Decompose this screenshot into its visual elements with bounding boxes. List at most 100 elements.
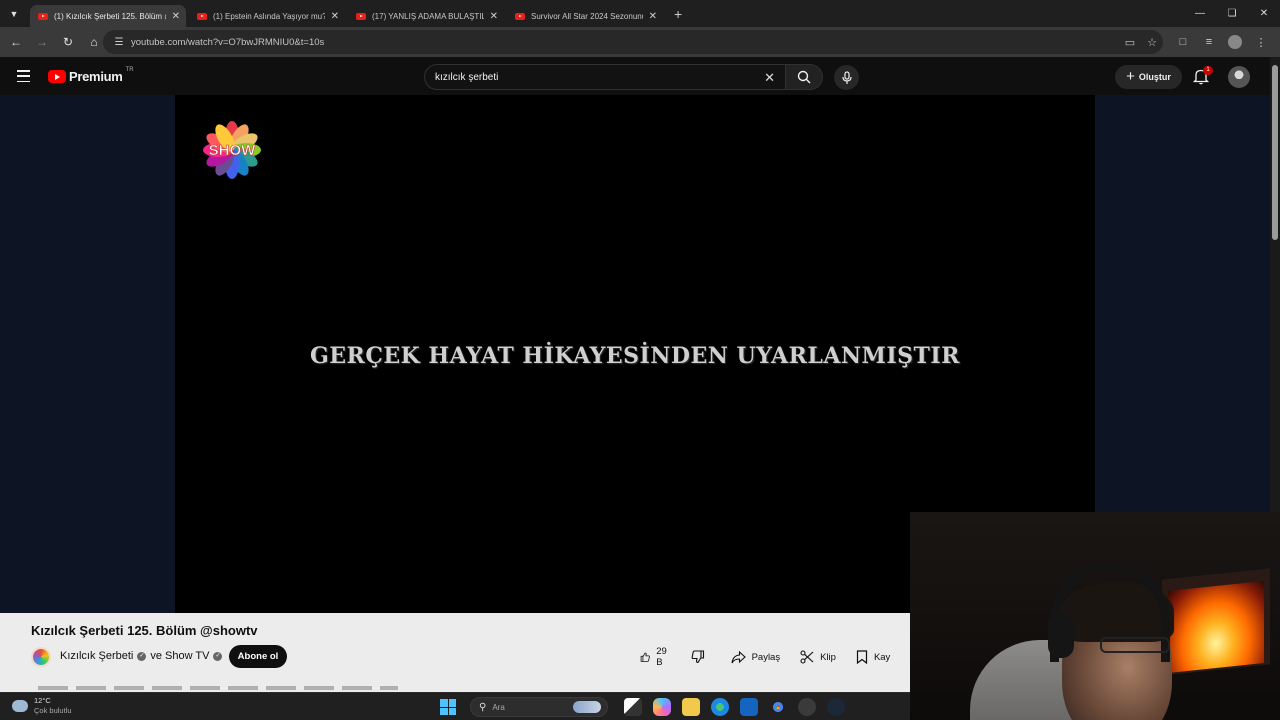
- cloud-icon: [12, 700, 28, 712]
- tab-title: (1) Kızılcık Şerbeti 125. Bölüm @: [54, 11, 166, 21]
- browser-tab[interactable]: (1) Epstein Aslında Yaşıyor mu? ✕: [189, 5, 345, 27]
- dislike-button[interactable]: [691, 650, 711, 664]
- video-actions: 29 B Paylaş Klip Kay: [640, 646, 910, 668]
- youtube-favicon-icon: [515, 12, 525, 20]
- video-caption-text: GERÇEK HAYAT HİKAYESİNDEN UYARLANMIŞTIR: [310, 343, 960, 369]
- clear-search-icon[interactable]: ✕: [764, 70, 775, 86]
- scrollbar-thumb[interactable]: [1272, 65, 1278, 240]
- tab-title: Survivor All Star 2024 Sezonunu: [531, 11, 643, 21]
- address-bar[interactable]: ☰ youtube.com/watch?v=O7bwJRMNIU0&t=10s …: [103, 30, 1163, 54]
- taskbar-search[interactable]: ⚲ Ara: [470, 697, 608, 717]
- collab-channel-text[interactable]: ve Show TV: [150, 650, 209, 662]
- create-button[interactable]: + Oluştur: [1115, 65, 1182, 89]
- scissors-icon: [800, 650, 814, 664]
- chrome-icon[interactable]: [769, 698, 787, 716]
- plus-icon: +: [1126, 67, 1135, 85]
- save-button[interactable]: Kay: [856, 650, 890, 664]
- channel-avatar[interactable]: [31, 647, 51, 667]
- search-input[interactable]: kızılcık şerbeti ✕: [424, 64, 786, 90]
- browser-toolbar: ← → ↻ ⌂ ☰ youtube.com/watch?v=O7bwJRMNIU…: [0, 27, 1280, 57]
- tab-close-icon[interactable]: ✕: [331, 11, 339, 22]
- tab-close-icon[interactable]: ✕: [649, 11, 657, 22]
- hamburger-menu-icon[interactable]: [17, 70, 30, 82]
- webcam-overlay: [910, 512, 1280, 720]
- save-label: Kay: [873, 651, 891, 663]
- back-icon[interactable]: ←: [4, 30, 28, 54]
- reading-list-icon[interactable]: ≡: [1196, 36, 1222, 48]
- channel-name[interactable]: Kızılcık Şerbeti ✓ ve Show TV ✓: [60, 650, 226, 662]
- like-count: 29 B: [656, 646, 667, 668]
- weather-condition: Çok bulutlu: [34, 706, 72, 715]
- search-icon: [797, 70, 811, 84]
- browser-profile-avatar[interactable]: [1228, 35, 1242, 49]
- close-window-icon[interactable]: ✕: [1248, 0, 1280, 27]
- description-preview[interactable]: [38, 686, 398, 690]
- youtube-premium-logo[interactable]: Premium TR: [48, 67, 134, 84]
- search-button[interactable]: [786, 64, 823, 90]
- account-avatar[interactable]: [1228, 66, 1250, 88]
- share-icon: [731, 650, 746, 663]
- tab-title: (1) Epstein Aslında Yaşıyor mu?: [213, 11, 325, 21]
- thumbs-down-icon: [691, 650, 704, 664]
- glasses: [1100, 637, 1170, 653]
- cast-icon[interactable]: ▭: [1119, 36, 1141, 49]
- youtube-favicon-icon: [197, 12, 207, 20]
- bookmark-icon: [856, 650, 868, 664]
- windows-start-icon[interactable]: [440, 699, 456, 715]
- share-button[interactable]: Paylaş: [731, 650, 781, 664]
- file-explorer-icon[interactable]: [681, 698, 700, 716]
- browser-tab[interactable]: Survivor All Star 2024 Sezonunu ✕: [507, 5, 663, 27]
- minimize-icon[interactable]: —: [1184, 0, 1216, 27]
- forward-icon[interactable]: →: [30, 30, 54, 54]
- restore-icon[interactable]: ❏: [1216, 0, 1248, 27]
- browser-tab[interactable]: (17) YANLIŞ ADAMA BULAŞTILAR ✕: [348, 5, 504, 27]
- window-controls: — ❏ ✕: [1184, 0, 1280, 27]
- microphone-icon: [841, 70, 852, 84]
- share-label: Paylaş: [751, 651, 781, 663]
- verified-icon: ✓: [137, 651, 147, 661]
- reload-icon[interactable]: ↻: [56, 30, 80, 54]
- video-info-panel: Kızılcık Şerbeti 125. Bölüm @showtv Kızı…: [0, 613, 910, 692]
- svg-text:SHOW: SHOW: [209, 142, 257, 159]
- site-info-icon[interactable]: ☰: [109, 37, 129, 48]
- fireplace-flames: [1168, 580, 1264, 674]
- browser-tab[interactable]: (1) Kızılcık Şerbeti 125. Bölüm @ ✕: [30, 5, 186, 27]
- edge-browser-icon[interactable]: [710, 698, 729, 716]
- youtube-favicon-icon: [38, 12, 48, 20]
- youtube-play-icon: [48, 70, 66, 83]
- voice-search-button[interactable]: [834, 65, 859, 90]
- brand-name: Premium: [69, 69, 123, 84]
- bookmark-star-icon[interactable]: ☆: [1141, 36, 1163, 49]
- tab-title: (17) YANLIŞ ADAMA BULAŞTILAR: [372, 11, 484, 21]
- search-highlight-icon: [573, 701, 601, 713]
- temperature: 12°C: [34, 696, 51, 705]
- tab-search-chevron-icon[interactable]: ▼: [4, 4, 24, 24]
- channel-name-text[interactable]: Kızılcık Şerbeti: [60, 650, 133, 662]
- tab-close-icon[interactable]: ✕: [490, 11, 498, 22]
- browser-menu-icon[interactable]: ⋮: [1248, 36, 1274, 49]
- clip-label: Klip: [820, 651, 836, 663]
- new-tab-icon[interactable]: +: [674, 6, 682, 22]
- url-text[interactable]: youtube.com/watch?v=O7bwJRMNIU0&t=10s: [131, 37, 324, 48]
- headset-earcup: [1048, 612, 1074, 658]
- notification-count-badge: 1: [1203, 66, 1213, 75]
- microsoft-store-icon[interactable]: [739, 698, 758, 716]
- like-button[interactable]: 29 B: [640, 646, 671, 668]
- video-title: Kızılcık Şerbeti 125. Bölüm @showtv: [31, 623, 258, 638]
- steam-icon[interactable]: [826, 698, 845, 716]
- thumbs-up-icon: [640, 652, 650, 662]
- tab-close-icon[interactable]: ✕: [172, 11, 180, 22]
- copilot-icon[interactable]: [652, 698, 671, 716]
- browser-tab-strip: ▼ (1) Kızılcık Şerbeti 125. Bölüm @ ✕ (1…: [0, 0, 1280, 27]
- search-query[interactable]: kızılcık şerbeti: [435, 72, 498, 83]
- clip-button[interactable]: Klip: [800, 650, 836, 664]
- weather-widget[interactable]: 12°C Çok bulutlu: [12, 696, 72, 716]
- extensions-icon[interactable]: □: [1170, 36, 1196, 48]
- subscribe-button[interactable]: Abone ol: [229, 645, 287, 668]
- search-icon: ⚲: [479, 701, 487, 713]
- windows-taskbar: 12°C Çok bulutlu ⚲ Ara: [0, 692, 910, 720]
- verified-icon: ✓: [213, 651, 223, 661]
- task-view-icon[interactable]: [623, 698, 642, 716]
- taskbar-search-placeholder: Ara: [492, 702, 505, 712]
- obs-icon[interactable]: [797, 698, 816, 716]
